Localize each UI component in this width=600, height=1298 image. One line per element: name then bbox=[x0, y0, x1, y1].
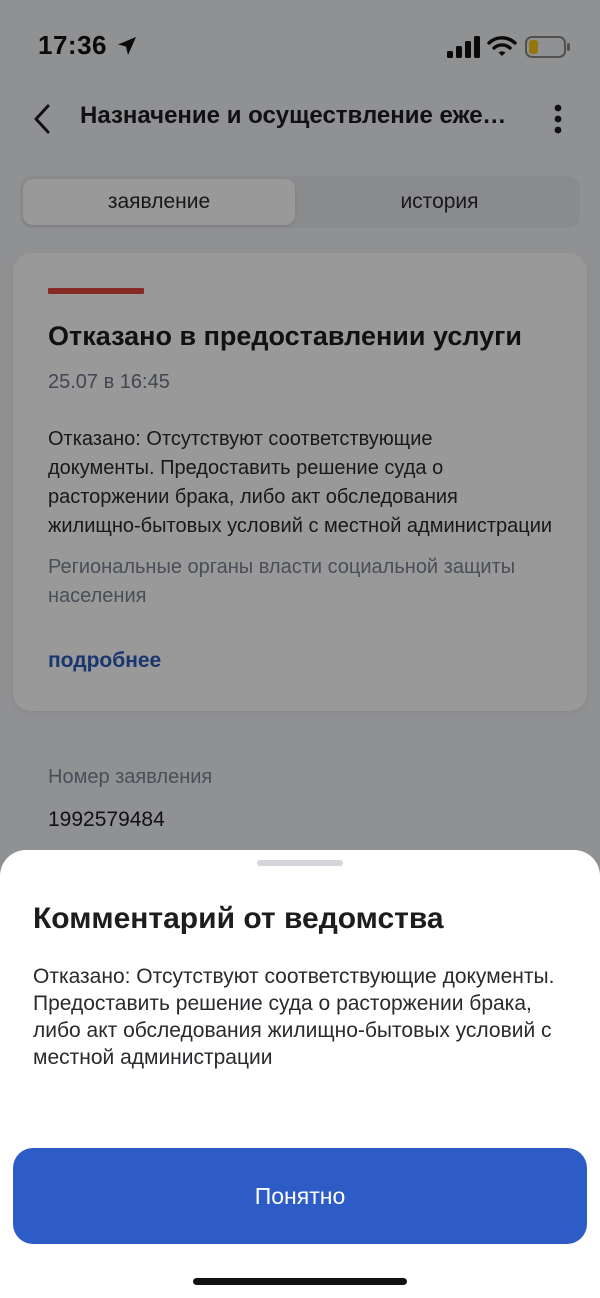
sheet-grabber-handle[interactable] bbox=[257, 860, 343, 866]
ok-button[interactable]: Понятно bbox=[13, 1148, 587, 1244]
sheet-comment-text: Отказано: Отсутствуют соответствующие до… bbox=[33, 965, 555, 1069]
sheet-title: Комментарий от ведомства bbox=[33, 902, 444, 935]
comment-bottom-sheet: Комментарий от ведомства Отказано: Отсут… bbox=[0, 850, 600, 1298]
home-indicator bbox=[193, 1278, 407, 1285]
